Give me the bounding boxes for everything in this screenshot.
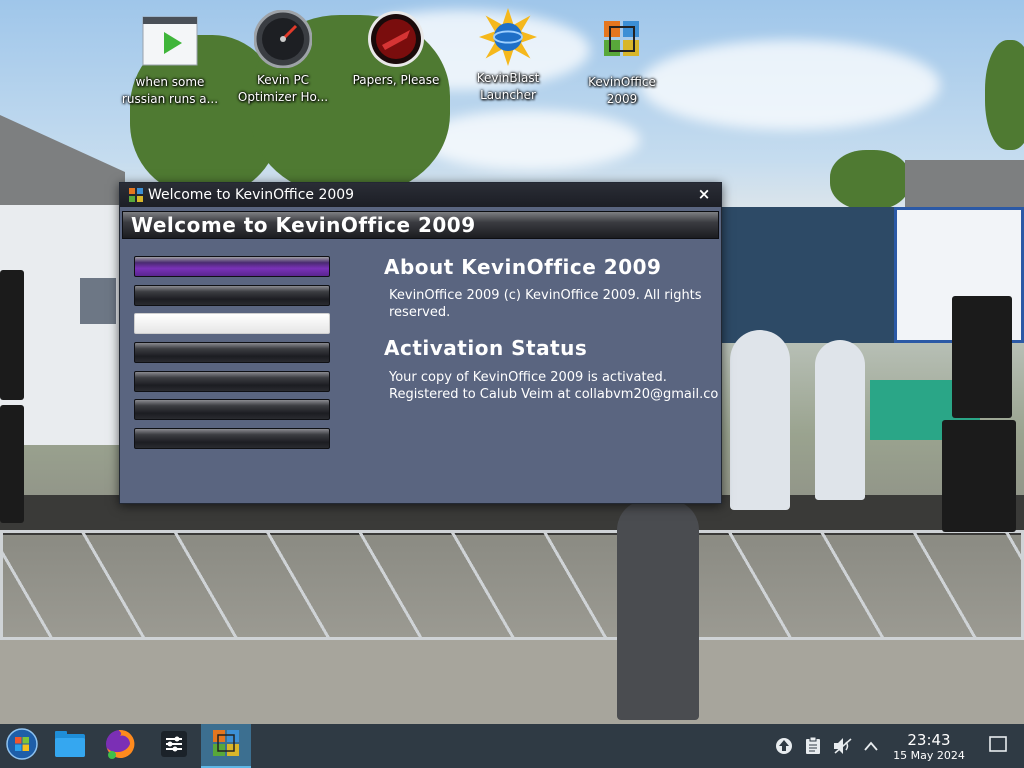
- desktop-icon-label: Kevin PC Optimizer Ho...: [237, 73, 329, 104]
- wallpaper-ground: [0, 640, 1024, 724]
- papers-please-seal-icon: [367, 10, 425, 68]
- about-heading: About KevinOffice 2009: [384, 255, 662, 279]
- clipboard-icon[interactable]: [803, 736, 823, 756]
- wallpaper-house-window: [80, 278, 116, 324]
- menu-button-5[interactable]: [134, 370, 330, 392]
- desktop-icon-label: Papers, Please: [352, 73, 440, 87]
- window-title: Welcome to KevinOffice 2009: [148, 187, 355, 203]
- welcome-banner: Welcome to KevinOffice 2009: [122, 211, 719, 239]
- wallpaper-musician: [815, 340, 865, 500]
- menu-button-3[interactable]: [134, 313, 330, 335]
- update-icon[interactable]: [774, 736, 794, 756]
- wallpaper-cloud: [420, 110, 640, 170]
- wallpaper-tree: [985, 40, 1024, 150]
- taskbar-kevinoffice[interactable]: [201, 724, 251, 768]
- menu-button-4[interactable]: [134, 342, 330, 364]
- window-titlebar[interactable]: Welcome to KevinOffice 2009 ×: [120, 183, 721, 207]
- about-panel: About KevinOffice 2009 KevinOffice 2009 …: [384, 255, 724, 403]
- taskbar-clock[interactable]: 23:43 15 May 2024: [884, 731, 974, 763]
- wallpaper-speaker: [0, 405, 24, 523]
- desktop-icon-kevinblast[interactable]: KevinBlast Launcher: [458, 8, 558, 104]
- wallpaper-roof: [905, 160, 1024, 210]
- menu-button-1[interactable]: [134, 256, 330, 277]
- desktop-icon-label: KevinOffice 2009: [588, 75, 656, 106]
- show-desktop-icon: [989, 736, 1007, 756]
- wallpaper-speaker: [942, 420, 1016, 532]
- office-logo-icon: [128, 187, 144, 203]
- wallpaper-roof: [0, 115, 125, 210]
- menu-button-2[interactable]: [134, 284, 330, 306]
- file-manager-icon: [54, 730, 86, 762]
- start-menu-icon: [6, 728, 38, 764]
- desktop-icon-optimizer[interactable]: Kevin PC Optimizer Ho...: [233, 10, 333, 106]
- clock-date: 15 May 2024: [893, 749, 965, 762]
- globe-burst-icon: [479, 8, 537, 66]
- close-icon[interactable]: ×: [695, 185, 713, 203]
- wallpaper-billboard: [722, 207, 894, 343]
- activation-text: Your copy of KevinOffice 2009 is activat…: [389, 370, 719, 402]
- desktop-icon-papers-please[interactable]: Papers, Please: [346, 10, 446, 89]
- kevinoffice-taskbar-icon: [211, 728, 241, 762]
- activation-heading: Activation Status: [384, 336, 588, 360]
- wallpaper-stage-truss: [0, 530, 1024, 640]
- wallpaper-person: [617, 500, 699, 720]
- kevinoffice-welcome-window: Welcome to KevinOffice 2009 × Welcome to…: [119, 182, 722, 504]
- wallpaper-speaker: [0, 270, 24, 400]
- taskbar-firefox[interactable]: [98, 724, 142, 768]
- volume-muted-icon[interactable]: [833, 736, 853, 756]
- wallpaper-speaker: [952, 296, 1012, 418]
- taskbar-file-manager[interactable]: [48, 724, 92, 768]
- video-file-icon: [141, 12, 199, 70]
- wallpaper-tree: [830, 150, 910, 210]
- wallpaper-cloud: [640, 40, 940, 130]
- firefox-icon: [104, 728, 136, 764]
- chevron-up-icon[interactable]: [861, 736, 881, 756]
- show-desktop-button[interactable]: [988, 736, 1008, 756]
- clock-time: 23:43: [907, 731, 951, 749]
- desktop-icon-video[interactable]: when some russian runs a...: [120, 12, 220, 108]
- taskbar: 23:43 15 May 2024: [0, 724, 1024, 768]
- start-button[interactable]: [0, 724, 44, 768]
- desktop-icon-kevinoffice[interactable]: KevinOffice 2009: [572, 12, 672, 108]
- desktop-icon-label: KevinBlast Launcher: [476, 71, 540, 102]
- taskbar-settings[interactable]: [152, 724, 196, 768]
- menu-button-7[interactable]: [134, 428, 330, 450]
- office-logo-icon: [593, 12, 651, 70]
- menu-button-6[interactable]: [134, 399, 330, 421]
- about-text: KevinOffice 2009 (c) KevinOffice 2009. A…: [389, 288, 702, 320]
- speedometer-icon: [254, 10, 312, 68]
- desktop-icon-label: when some russian runs a...: [121, 75, 219, 106]
- wallpaper-musician: [730, 330, 790, 510]
- side-menu: [134, 256, 330, 457]
- settings-sliders-icon: [160, 730, 188, 762]
